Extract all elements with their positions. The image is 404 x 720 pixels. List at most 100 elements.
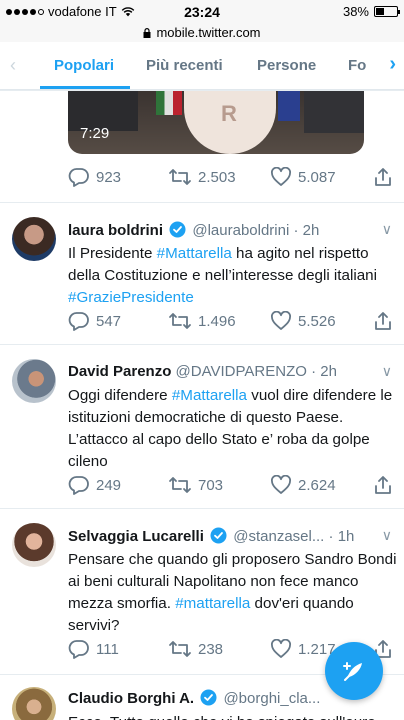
like-count: 5.526 — [298, 312, 336, 330]
tweet-header: laura boldrini @lauraboldrini · 2h — [68, 221, 368, 239]
tweet-text: Ecco. Tutto quello che vi ho spiegato su… — [68, 712, 398, 720]
reply-icon — [68, 168, 89, 187]
tweet-time: · 2h — [311, 363, 337, 380]
tweet-actions: 249 703 2.624 — [68, 473, 394, 497]
retweet-button[interactable]: 703 — [168, 476, 223, 494]
active-tab-indicator — [40, 86, 130, 89]
retweet-count: 238 — [198, 640, 224, 658]
like-count: 2.624 — [298, 476, 336, 494]
author-name[interactable]: laura boldrini — [68, 222, 163, 239]
compose-tweet-button[interactable] — [325, 642, 383, 700]
chevron-down-icon[interactable]: ∨ — [382, 221, 392, 238]
author-handle[interactable]: @stanzasel... — [233, 528, 324, 545]
avatar[interactable] — [12, 523, 56, 567]
verified-badge-icon — [200, 689, 217, 706]
share-icon — [375, 312, 391, 330]
hashtag-link[interactable]: #GraziePresidente — [68, 289, 194, 306]
tab-popolari[interactable]: Popolari — [54, 57, 114, 74]
chevron-down-icon[interactable]: ∨ — [382, 363, 392, 380]
reply-count: 249 — [96, 476, 122, 494]
share-icon — [375, 168, 391, 186]
tweet-header: David Parenzo @DAVIDPARENZO · 2h — [68, 363, 368, 380]
author-handle[interactable]: @DAVIDPARENZO — [176, 363, 307, 380]
hashtag-link[interactable]: #Mattarella — [157, 245, 232, 262]
retweet-icon — [169, 477, 191, 493]
tab-piu-recenti[interactable]: Più recenti — [146, 57, 223, 74]
battery-percent: 38% — [342, 4, 369, 19]
tweet-text-segment: Il Presidente — [68, 245, 157, 262]
tweet-card[interactable]: laura boldrini @lauraboldrini · 2h ∨ Il … — [0, 203, 404, 344]
video-thumbnail[interactable]: R 7:29 — [68, 91, 364, 154]
chevron-left-icon[interactable]: ‹ — [10, 55, 16, 76]
verified-badge-icon — [169, 221, 186, 238]
url-bar[interactable]: mobile.twitter.com — [0, 22, 404, 42]
author-name[interactable]: Claudio Borghi A. — [68, 690, 194, 707]
tab-foto[interactable]: Fo — [348, 57, 366, 74]
reply-button[interactable]: 547 — [68, 311, 121, 331]
share-button[interactable] — [373, 311, 393, 331]
hashtag-link[interactable]: #mattarella — [175, 595, 250, 612]
tweet-card[interactable]: R 7:29 923 2.503 5.087 — [0, 91, 404, 202]
retweet-icon — [169, 313, 191, 329]
heart-icon — [271, 475, 291, 494]
tweet-text: Pensare che quando gli proposero Sandro … — [68, 549, 398, 637]
like-button[interactable]: 5.087 — [270, 167, 336, 187]
tweet-card[interactable]: David Parenzo @DAVIDPARENZO · 2h ∨ Oggi … — [0, 345, 404, 508]
verified-badge-icon — [210, 527, 227, 544]
heart-icon — [271, 639, 291, 658]
tweet-time: · 2h — [293, 222, 320, 239]
like-button[interactable]: 1.217 — [270, 639, 336, 659]
author-name[interactable]: Selvaggia Lucarelli — [68, 528, 204, 545]
tweet-header: Claudio Borghi A. @borghi_cla... — [68, 689, 368, 707]
retweet-count: 1.496 — [198, 312, 236, 330]
author-handle[interactable]: @borghi_cla... — [223, 690, 320, 707]
reply-icon — [68, 312, 89, 331]
reply-count: 923 — [96, 168, 122, 186]
lock-icon — [143, 28, 151, 38]
battery-icon — [374, 6, 400, 17]
avatar[interactable] — [12, 359, 56, 403]
share-button[interactable] — [373, 475, 393, 495]
tweet-actions: 547 1.496 5.526 — [68, 309, 394, 333]
avatar[interactable] — [12, 217, 56, 261]
compose-feather-icon — [343, 662, 362, 681]
reply-button[interactable]: 249 — [68, 475, 121, 495]
author-handle[interactable]: @lauraboldrini — [192, 222, 289, 239]
retweet-button[interactable]: 1.496 — [168, 312, 236, 330]
tab-persone[interactable]: Persone — [257, 57, 316, 74]
tweet-time: · 1h — [328, 528, 355, 545]
avatar[interactable] — [12, 687, 56, 720]
tweet-actions: 923 2.503 5.087 — [68, 165, 394, 189]
retweet-button[interactable]: 238 — [168, 640, 223, 658]
retweet-icon — [169, 169, 191, 185]
reply-button[interactable]: 923 — [68, 167, 121, 187]
status-right: 38% — [342, 4, 400, 19]
tweet-text: Il Presidente #Mattarella ha agito nel r… — [68, 243, 398, 309]
url-text: mobile.twitter.com — [156, 24, 261, 40]
status-bar: vodafone IT 23:24 38% — [0, 0, 404, 22]
tweet-feed[interactable]: R 7:29 923 2.503 5.087 laura boldrini @l… — [0, 91, 404, 720]
chevron-right-icon[interactable]: › — [389, 53, 396, 76]
like-count: 5.087 — [298, 168, 336, 186]
chevron-down-icon[interactable]: ∨ — [382, 527, 392, 544]
reply-count: 547 — [96, 312, 122, 330]
heart-icon — [271, 167, 291, 186]
author-name[interactable]: David Parenzo — [68, 363, 171, 380]
retweet-count: 2.503 — [198, 168, 236, 186]
share-button[interactable] — [373, 167, 393, 187]
reply-icon — [68, 640, 89, 659]
like-button[interactable]: 2.624 — [270, 475, 336, 495]
reply-button[interactable]: 111 — [68, 639, 119, 659]
retweet-icon — [169, 641, 191, 657]
tweet-header: Selvaggia Lucarelli @stanzasel... · 1h — [68, 527, 368, 545]
tweet-text: Oggi difendere #Mattarella vuol dire dif… — [68, 385, 398, 473]
share-icon — [375, 476, 391, 494]
retweet-button[interactable]: 2.503 — [168, 168, 236, 186]
hashtag-link[interactable]: #Mattarella — [172, 387, 247, 404]
video-duration: 7:29 — [80, 125, 110, 142]
heart-icon — [271, 311, 291, 330]
search-tabs: ‹ Popolari Più recenti Persone Fo › — [0, 42, 404, 90]
like-button[interactable]: 5.526 — [270, 311, 336, 331]
reply-count: 111 — [96, 640, 119, 658]
tweet-text-segment: Ecco. Tutto quello che vi ho spiegato su… — [68, 714, 376, 720]
